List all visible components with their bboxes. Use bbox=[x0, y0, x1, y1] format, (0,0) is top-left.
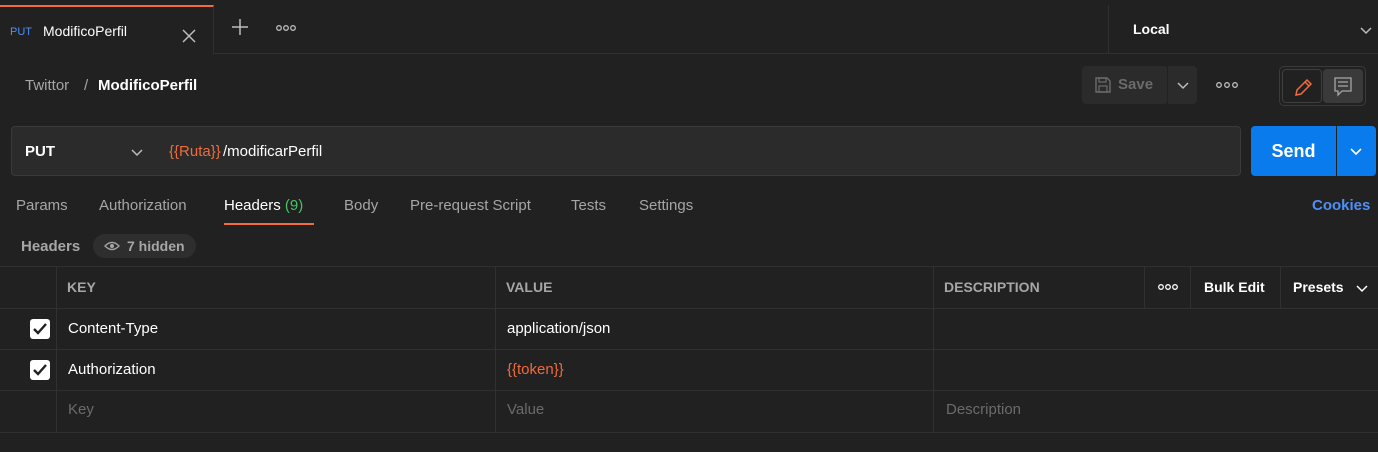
column-header-key: KEY bbox=[67, 279, 96, 295]
chevron-down-icon bbox=[1359, 23, 1373, 37]
save-options-dropdown[interactable] bbox=[1167, 66, 1197, 104]
header-value-cell[interactable]: application/json bbox=[507, 320, 610, 337]
table-header-border bbox=[0, 308, 1378, 309]
tab-authorization[interactable]: Authorization bbox=[99, 197, 187, 214]
breadcrumb-request-name[interactable]: ModificoPerfil bbox=[98, 77, 197, 94]
hidden-headers-label: 7 hidden bbox=[127, 238, 185, 254]
presets-label: Presets bbox=[1293, 279, 1344, 295]
column-divider bbox=[1280, 266, 1281, 308]
header-value-cell[interactable]: {{token}} bbox=[507, 361, 564, 378]
table-top-border bbox=[0, 266, 1378, 267]
view-mode-toggle bbox=[1279, 66, 1366, 106]
new-tab-plus-icon[interactable] bbox=[229, 16, 251, 38]
tab-method-label: PUT bbox=[10, 26, 32, 38]
chevron-down-icon bbox=[131, 149, 143, 157]
send-button[interactable]: Send bbox=[1251, 126, 1336, 176]
hidden-headers-toggle[interactable]: 7 hidden bbox=[93, 234, 196, 258]
row-divider bbox=[0, 349, 1378, 350]
column-divider bbox=[1190, 266, 1191, 308]
url-variable: {{Ruta}} bbox=[169, 143, 221, 160]
eye-icon bbox=[104, 241, 120, 251]
cookies-link[interactable]: Cookies bbox=[1312, 197, 1370, 214]
tab-title: ModificoPerfil bbox=[43, 23, 128, 39]
active-tab-indicator bbox=[224, 223, 314, 225]
chevron-down-icon bbox=[1177, 82, 1189, 90]
new-value-input[interactable]: Value bbox=[507, 401, 544, 418]
tab-params[interactable]: Params bbox=[16, 197, 68, 214]
pencil-icon bbox=[1295, 78, 1313, 96]
tab-tests[interactable]: Tests bbox=[571, 197, 606, 214]
tab-headers[interactable]: Headers (9) bbox=[224, 197, 303, 214]
new-description-input[interactable]: Description bbox=[946, 401, 1021, 418]
save-label: Save bbox=[1118, 76, 1154, 93]
chevron-down-icon bbox=[1356, 285, 1368, 293]
method-label: PUT bbox=[25, 143, 55, 160]
checkmark-icon bbox=[33, 364, 47, 376]
column-divider bbox=[933, 266, 934, 432]
row-enabled-checkbox[interactable] bbox=[30, 360, 50, 380]
column-divider bbox=[56, 266, 57, 432]
tab-settings[interactable]: Settings bbox=[639, 197, 693, 214]
column-divider bbox=[1144, 266, 1145, 308]
column-header-description: DESCRIPTION bbox=[944, 279, 1040, 295]
method-select[interactable]: PUT bbox=[11, 126, 156, 176]
tab-body[interactable]: Body bbox=[344, 197, 378, 214]
save-button[interactable]: Save bbox=[1082, 66, 1168, 104]
column-options-more-icon[interactable] bbox=[1156, 279, 1180, 295]
send-options-dropdown[interactable] bbox=[1337, 126, 1376, 176]
more-options-icon[interactable] bbox=[1214, 76, 1240, 94]
presets-dropdown[interactable]: Presets bbox=[1293, 279, 1373, 297]
column-divider bbox=[495, 266, 496, 432]
tab-bar: PUT ModificoPerfil Local bbox=[0, 0, 1378, 54]
edit-mode-button[interactable] bbox=[1282, 69, 1322, 103]
header-key-cell[interactable]: Content-Type bbox=[68, 320, 158, 337]
tab-options-more-icon[interactable] bbox=[274, 20, 298, 36]
url-path: /modificarPerfil bbox=[223, 143, 323, 160]
column-header-value: VALUE bbox=[506, 279, 553, 295]
row-enabled-checkbox[interactable] bbox=[30, 319, 50, 339]
bulk-edit-button[interactable]: Bulk Edit bbox=[1204, 279, 1265, 295]
request-tab[interactable]: PUT ModificoPerfil bbox=[0, 5, 214, 54]
comments-button[interactable] bbox=[1323, 69, 1363, 103]
new-key-input[interactable]: Key bbox=[68, 401, 94, 418]
header-key-cell[interactable]: Authorization bbox=[68, 361, 156, 378]
table-bottom-border bbox=[0, 432, 1378, 433]
checkmark-icon bbox=[33, 323, 47, 335]
breadcrumb-separator: / bbox=[84, 77, 89, 94]
comment-icon bbox=[1334, 77, 1352, 97]
send-label: Send bbox=[1271, 141, 1316, 161]
url-input[interactable]: {{Ruta}} /modificarPerfil bbox=[155, 126, 1241, 176]
headers-count-badge: (9) bbox=[284, 197, 304, 214]
headers-section-title: Headers bbox=[21, 238, 81, 255]
row-divider bbox=[0, 390, 1378, 391]
environment-selector[interactable]: Local bbox=[1108, 5, 1378, 54]
tab-headers-label: Headers bbox=[224, 197, 281, 214]
close-icon[interactable] bbox=[180, 27, 198, 45]
tab-pre-request-script[interactable]: Pre-request Script bbox=[410, 197, 531, 214]
breadcrumb-collection[interactable]: Twittor bbox=[25, 77, 69, 94]
save-icon bbox=[1094, 76, 1112, 94]
environment-label: Local bbox=[1133, 21, 1170, 37]
chevron-down-icon bbox=[1350, 148, 1362, 156]
